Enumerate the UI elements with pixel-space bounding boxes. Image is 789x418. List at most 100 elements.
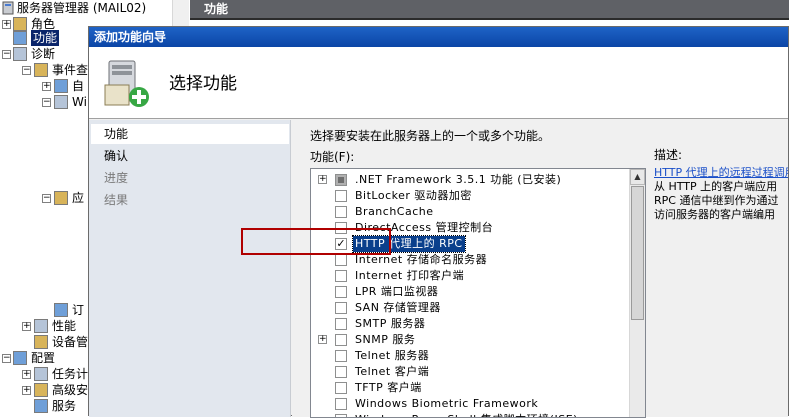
tree-expander-icon[interactable]: − (2, 354, 11, 363)
features-scrollbar[interactable]: ▲ (629, 169, 645, 417)
features-label: 功能(F): (310, 150, 355, 164)
tree-expander-icon[interactable]: + (42, 82, 51, 91)
feature-row[interactable]: BitLocker 驱动器加密 (311, 188, 629, 204)
feature-checkbox[interactable] (335, 414, 347, 417)
tree-node-icon (54, 303, 68, 317)
selection-highlight-box (241, 228, 391, 255)
scroll-thumb[interactable] (631, 186, 644, 320)
tree-expander-icon[interactable]: + (22, 386, 31, 395)
feature-row[interactable]: Windows Biometric Framework (311, 396, 629, 412)
tree-node-icon (34, 63, 48, 77)
feature-label: TFTP 客户端 (355, 381, 422, 394)
wizard-content: 选择要安装在此服务器上的一个或多个功能。 功能(F): 描述: + .NET Fr… (292, 120, 788, 418)
tree-item-label: 任务计 (52, 367, 89, 381)
tree-expander-icon[interactable]: − (2, 50, 11, 59)
expand-icon[interactable]: + (318, 175, 327, 184)
tree-item-label: 性能 (52, 319, 77, 333)
feature-checkbox[interactable] (335, 206, 347, 218)
tree-item-label: 设备管 (52, 335, 89, 349)
description-line: 访问服务器的客户端编用 (654, 208, 775, 221)
feature-checkbox[interactable] (335, 366, 347, 378)
tree-node-icon (13, 47, 27, 61)
wizard-banner: 选择功能 (89, 47, 788, 119)
tree-item-label: 配置 (31, 351, 56, 365)
tree-node-icon (13, 351, 27, 365)
nav-step[interactable]: 进度 (91, 168, 289, 188)
feature-checkbox[interactable] (335, 398, 347, 410)
add-features-wizard: 添加功能向导 选择功能 功能 确认 进度 结果 选择要安装在此服务器上的一个或多个功能… (88, 26, 789, 418)
feature-checkbox[interactable] (335, 190, 347, 202)
tree-item-label: 诊断 (31, 47, 56, 61)
feature-checkbox[interactable] (335, 334, 347, 346)
feature-label: SAN 存储管理器 (355, 301, 441, 314)
tree-item-label: 高级安 (52, 383, 89, 397)
feature-label: Windows Biometric Framework (355, 397, 539, 410)
tree-expander-icon[interactable]: − (42, 98, 51, 107)
tree-expander-icon[interactable]: − (42, 194, 51, 203)
tree-expander-icon[interactable]: + (22, 322, 31, 331)
tree-expander-icon[interactable]: + (2, 20, 11, 29)
description-link[interactable]: HTTP 代理上的远程过程调用 (654, 166, 788, 180)
tree-expander-icon[interactable]: − (22, 66, 31, 75)
installed-indicator (338, 177, 344, 183)
feature-row[interactable]: + SNMP 服务 (311, 332, 629, 348)
feature-label: SNMP 服务 (355, 333, 416, 346)
feature-row[interactable]: BranchCache (311, 204, 629, 220)
features-list[interactable]: + .NET Framework 3.5.1 功能 (已安装) BitLocker … (310, 168, 646, 418)
feature-checkbox[interactable] (335, 254, 347, 266)
instruction-text: 选择要安装在此服务器上的一个或多个功能。 (310, 129, 551, 143)
tree-node-icon (34, 399, 48, 413)
nav-step[interactable]: 确认 (91, 146, 289, 166)
description-panel: HTTP 代理上的远程过程调用 从 HTTP 上的客户端应用 RPC 通信中继到… (654, 166, 788, 222)
feature-checkbox[interactable] (335, 286, 347, 298)
tree-root-label: 服务器管理器 (MAIL02) (17, 1, 147, 15)
tree-item-label: 自 (72, 79, 85, 93)
scroll-up-button[interactable]: ▲ (630, 169, 645, 185)
wizard-nav: 功能 确认 进度 结果 (89, 120, 291, 417)
tree-node-icon (34, 383, 48, 397)
description-label: 描述: (654, 148, 683, 162)
feature-checkbox[interactable] (335, 350, 347, 362)
tree-item-label: 功能 (31, 30, 60, 46)
feature-row[interactable]: SAN 存储管理器 (311, 300, 629, 316)
add-feature-icon (104, 60, 149, 107)
feature-row[interactable]: LPR 端口监视器 (311, 284, 629, 300)
feature-label: Telnet 服务器 (355, 349, 430, 362)
feature-label: Telnet 客户端 (355, 365, 430, 378)
feature-checkbox[interactable] (335, 382, 347, 394)
tree-node-icon (54, 95, 68, 109)
nav-step[interactable]: 功能 (91, 124, 289, 144)
tree-item-label: 订 (72, 303, 85, 317)
description-line: RPC 通信中继到作为通过 (654, 194, 779, 207)
tree-expander-icon[interactable]: + (22, 370, 31, 379)
feature-checkbox[interactable] (335, 302, 347, 314)
expand-icon[interactable]: + (318, 335, 327, 344)
feature-checkbox[interactable] (335, 318, 347, 330)
server-icon (2, 1, 14, 15)
feature-label: Windows PowerShell 集成脚本环境(ISE) (353, 412, 580, 417)
tree-node-icon (34, 335, 48, 349)
tree-item-label: 应 (72, 191, 85, 205)
feature-row[interactable]: TFTP 客户端 (311, 380, 629, 396)
feature-label: BitLocker 驱动器加密 (355, 189, 472, 202)
feature-row[interactable]: Internet 打印客户端 (311, 268, 629, 284)
feature-label: BranchCache (355, 205, 434, 218)
feature-checkbox[interactable] (335, 174, 347, 186)
description-line: 从 HTTP 上的客户端应用 (654, 180, 778, 193)
feature-label: SMTP 服务器 (355, 317, 426, 330)
tree-node-icon (54, 191, 68, 205)
feature-row[interactable]: Telnet 客户端 (311, 364, 629, 380)
feature-row[interactable]: Windows PowerShell 集成脚本环境(ISE) (311, 412, 629, 417)
feature-row[interactable]: SMTP 服务器 (311, 316, 629, 332)
feature-label: .NET Framework 3.5.1 功能 (已安装) (355, 173, 562, 186)
background-header: 功能 (190, 0, 789, 20)
banner-title: 选择功能 (169, 74, 237, 94)
feature-row[interactable]: + .NET Framework 3.5.1 功能 (已安装) (311, 172, 629, 188)
feature-checkbox[interactable] (335, 270, 347, 282)
nav-step[interactable]: 结果 (91, 190, 289, 210)
wizard-title: 添加功能向导 (89, 27, 788, 47)
feature-label: Internet 打印客户端 (355, 269, 465, 282)
feature-label: LPR 端口监视器 (355, 285, 439, 298)
feature-row[interactable]: Telnet 服务器 (311, 348, 629, 364)
tree-node-icon (13, 31, 27, 45)
